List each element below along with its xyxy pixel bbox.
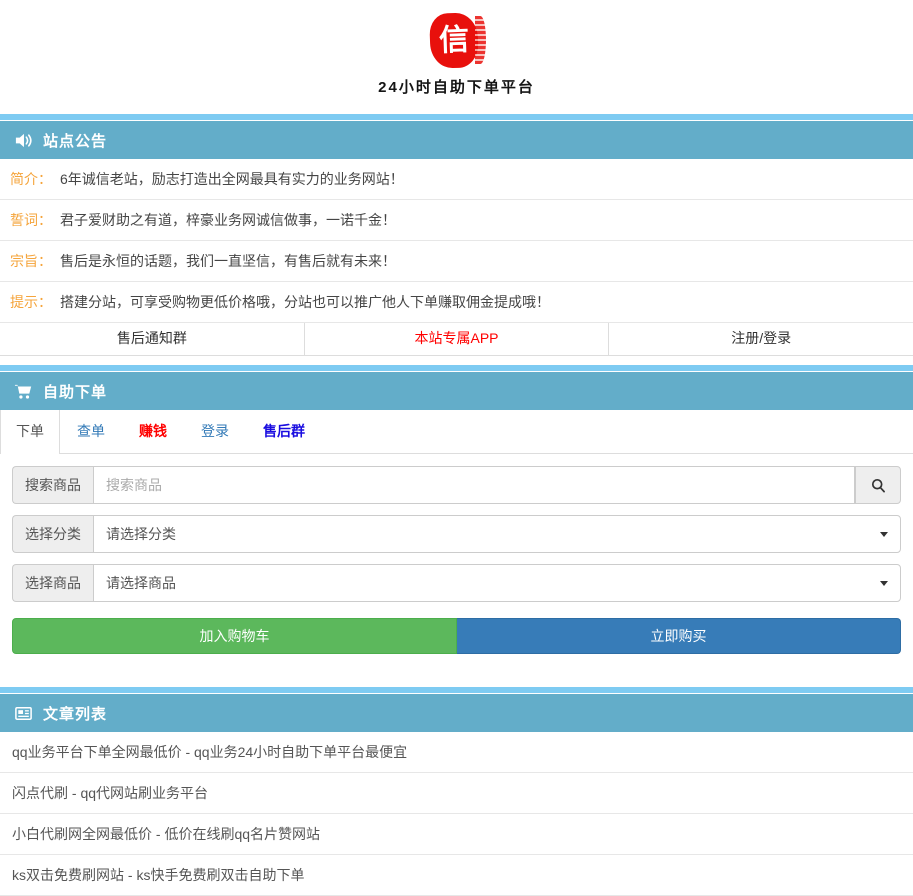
tab-check-order[interactable]: 查单: [60, 410, 122, 453]
order-title: 自助下单: [43, 381, 107, 402]
cart-icon: [13, 381, 33, 401]
article-link[interactable]: ks双击免费刷网站 - ks快手免费刷双击自助下单: [0, 855, 913, 896]
order-form: 搜索商品 选择分类 请选择分类 选择商品 请选择商品: [0, 454, 913, 602]
register-login-link[interactable]: 注册/登录: [609, 323, 913, 355]
panel-top-strip: [0, 114, 913, 120]
product-label: 选择商品: [12, 564, 93, 602]
site-title: 24小时自助下单平台: [0, 76, 913, 97]
announcement-title: 站点公告: [43, 130, 107, 151]
notice-label: 宗旨：: [10, 253, 52, 269]
tab-place-order[interactable]: 下单: [0, 410, 60, 454]
notice-item: 提示： 搭建分站，可享受购物更低价格哦，分站也可以推广他人下单赚取佣金提成哦！: [0, 282, 913, 323]
add-to-cart-button[interactable]: 加入购物车: [12, 618, 457, 654]
product-select[interactable]: 请选择商品: [93, 564, 901, 602]
action-buttons: 加入购物车 立即购买: [12, 618, 901, 654]
site-app-link[interactable]: 本站专属APP: [305, 323, 610, 355]
article-list: qq业务平台下单全网最低价 - qq业务24小时自助下单平台最便宜 闪点代刷 -…: [0, 732, 913, 896]
notice-item: 简介： 6年诚信老站，励志打造出全网最具有实力的业务网站！: [0, 159, 913, 200]
article-link[interactable]: 小白代刷网全网最低价 - 低价在线刷qq名片赞网站: [0, 814, 913, 855]
article-link[interactable]: qq业务平台下单全网最低价 - qq业务24小时自助下单平台最便宜: [0, 732, 913, 773]
article-link[interactable]: 闪点代刷 - qq代网站刷业务平台: [0, 773, 913, 814]
tab-earn-money[interactable]: 赚钱: [122, 410, 184, 453]
announcement-header-bar: 站点公告: [0, 121, 913, 159]
caret-down-icon: [880, 581, 888, 586]
caret-down-icon: [880, 532, 888, 537]
aftersale-group-link[interactable]: 售后通知群: [0, 323, 305, 355]
product-row: 选择商品 请选择商品: [12, 564, 901, 602]
search-button[interactable]: [855, 466, 901, 504]
notice-text: 搭建分站，可享受购物更低价格哦，分站也可以推广他人下单赚取佣金提成哦！: [60, 294, 550, 310]
quick-links-row: 售后通知群 本站专属APP 注册/登录: [0, 323, 913, 356]
buy-now-button[interactable]: 立即购买: [457, 618, 901, 654]
panel-top-strip: [0, 365, 913, 371]
notice-text: 售后是永恒的话题，我们一直坚信，有售后就有未来！: [60, 253, 396, 269]
articles-header-bar: 文章列表: [0, 694, 913, 732]
order-panel: 自助下单 下单 查单 赚钱 登录 售后群 搜索商品 选择分类 请选择分类: [0, 365, 913, 654]
notice-label: 提示：: [10, 294, 52, 310]
logo-seal-texture: [475, 16, 486, 64]
search-row: 搜索商品: [12, 466, 901, 504]
logo-seal-icon: 信: [429, 12, 479, 69]
product-selected-value: 请选择商品: [106, 573, 176, 593]
articles-title: 文章列表: [43, 703, 107, 724]
speaker-icon: [13, 130, 33, 150]
search-label: 搜索商品: [12, 466, 93, 504]
site-header: 信 24小时自助下单平台: [0, 0, 913, 114]
announcement-panel: 站点公告 简介： 6年诚信老站，励志打造出全网最具有实力的业务网站！ 誓词： 君子爱…: [0, 114, 913, 356]
notice-list: 简介： 6年诚信老站，励志打造出全网最具有实力的业务网站！ 誓词： 君子爱财助之有道…: [0, 159, 913, 323]
notice-item: 誓词： 君子爱财助之有道，梓豪业务网诚信做事，一诺千金！: [0, 200, 913, 241]
notice-label: 誓词：: [10, 212, 52, 228]
page: 信 24小时自助下单平台 站点公告 简介： 6年诚信老站，励志打造出全网最具有实力…: [0, 0, 913, 896]
site-logo: 信: [428, 13, 486, 69]
notice-label: 简介：: [10, 171, 52, 187]
category-select[interactable]: 请选择分类: [93, 515, 901, 553]
order-header-bar: 自助下单: [0, 372, 913, 410]
notice-item: 宗旨： 售后是永恒的话题，我们一直坚信，有售后就有未来！: [0, 241, 913, 282]
panel-top-strip: [0, 687, 913, 693]
order-tabs: 下单 查单 赚钱 登录 售后群: [0, 410, 913, 454]
tab-login[interactable]: 登录: [184, 410, 246, 453]
notice-text: 君子爱财助之有道，梓豪业务网诚信做事，一诺千金！: [60, 212, 396, 228]
search-input[interactable]: [93, 466, 855, 504]
newspaper-icon: [13, 703, 33, 723]
category-label: 选择分类: [12, 515, 93, 553]
category-selected-value: 请选择分类: [106, 524, 176, 544]
articles-panel: 文章列表 qq业务平台下单全网最低价 - qq业务24小时自助下单平台最便宜 闪…: [0, 687, 913, 896]
category-row: 选择分类 请选择分类: [12, 515, 901, 553]
logo-character: 信: [438, 25, 469, 56]
notice-text: 6年诚信老站，励志打造出全网最具有实力的业务网站！: [60, 171, 404, 187]
tab-aftersale-group[interactable]: 售后群: [246, 410, 322, 453]
